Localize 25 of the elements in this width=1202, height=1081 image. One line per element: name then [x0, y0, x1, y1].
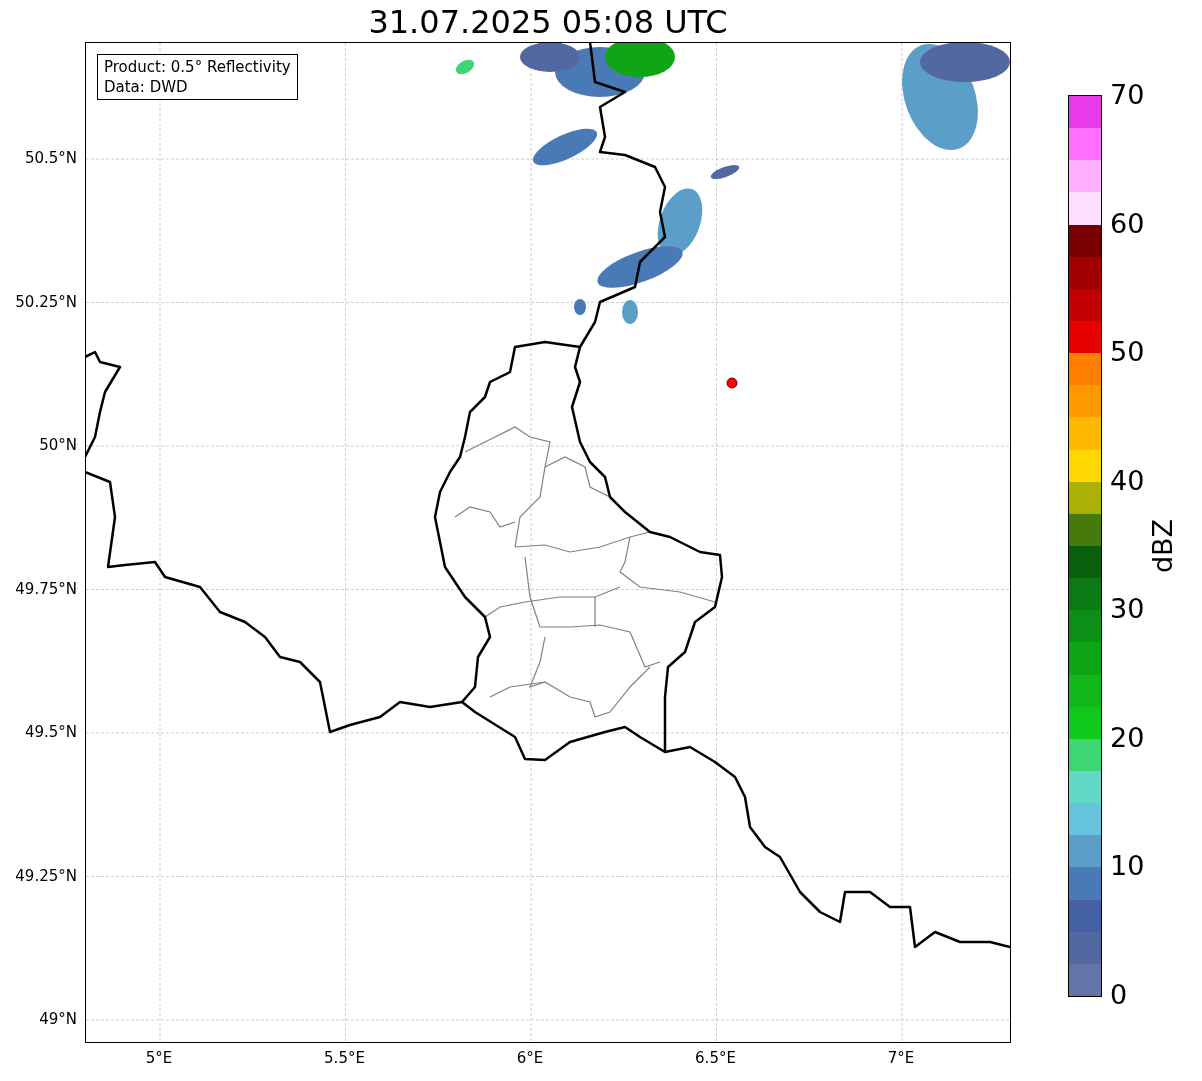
info-text: Product: 0.5° Reflectivity: [104, 57, 291, 78]
latitude-tick-label: 50°N: [39, 436, 77, 455]
colorbar-tick-label: 70: [1110, 80, 1145, 110]
info-text: Data: DWD: [104, 77, 189, 98]
latitude-tick-label: 49.75°N: [15, 579, 77, 598]
colorbar-tick-label: 30: [1110, 594, 1145, 625]
latitude-tick-label: 50.5°N: [24, 149, 77, 168]
location-marker-icon: [726, 377, 738, 389]
longitude-tick-label: 6°E: [516, 1049, 544, 1068]
colorbar-tick-label: 60: [1110, 208, 1145, 239]
latitude-tick-label: 49.25°N: [15, 866, 77, 885]
colorbar-tick-label: 50: [1110, 337, 1145, 368]
latitude-tick-label: 50.25°N: [15, 292, 77, 311]
colorbar-tick-label: 0: [1110, 980, 1128, 1010]
chart-title: 31.07.2025 05:08 UTC: [368, 2, 728, 43]
latitude-tick-label: 49.5°N: [24, 723, 77, 742]
longitude-tick-label: 5.5°E: [324, 1049, 365, 1068]
colorbar-label: dBZ: [1148, 518, 1179, 574]
latitude-tick-label: 49°N: [39, 1010, 77, 1029]
colorbar-tick-label: 40: [1110, 465, 1145, 496]
longitude-tick-label: 6.5°E: [695, 1049, 736, 1068]
colorbar-tick-label: 20: [1110, 722, 1145, 753]
colorbar-tick-label: 10: [1110, 851, 1145, 882]
longitude-tick-label: 5°E: [145, 1049, 173, 1068]
longitude-tick-label: 7°E: [887, 1049, 915, 1068]
